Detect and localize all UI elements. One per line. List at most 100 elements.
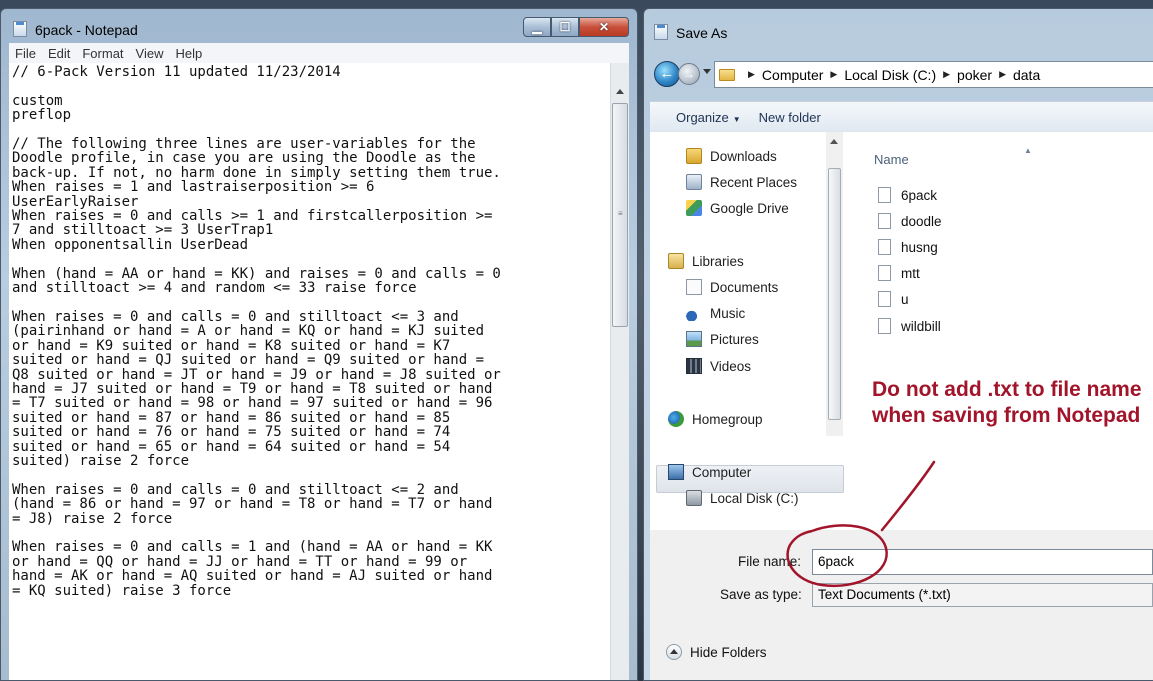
nav-item-label: Downloads [710, 148, 777, 164]
breadcrumb-local-disk[interactable]: Local Disk (C:) [844, 67, 936, 83]
back-arrow-icon[interactable]: ← [654, 61, 680, 87]
local-disk-icon [686, 490, 702, 506]
breadcrumb-computer[interactable]: Computer [762, 67, 823, 83]
homegroup-icon [668, 411, 684, 427]
file-item-name: doodle [901, 213, 942, 229]
text-file-icon [878, 265, 891, 281]
text-file-icon [878, 239, 891, 255]
close-button[interactable]: ✕ [579, 17, 629, 37]
file-item[interactable]: husng [878, 239, 938, 255]
nav-item-label: Pictures [710, 331, 759, 347]
chevron-right-icon[interactable]: ▶ [943, 69, 950, 80]
documents-icon [686, 279, 702, 295]
nav-item-homegroup[interactable]: Homegroup [668, 411, 763, 427]
notepad-window-title: 6pack - Notepad [35, 22, 138, 38]
dialog-toolbar: Organize ▼ New folder [650, 101, 1153, 133]
file-name-input[interactable]: 6pack [812, 549, 1153, 575]
text-file-icon [878, 291, 891, 307]
name-column-header[interactable]: Name [874, 152, 909, 167]
forward-arrow-icon[interactable]: → [678, 63, 700, 85]
notepad-app-icon [13, 21, 27, 37]
menu-format[interactable]: Format [76, 46, 129, 61]
window-controls: ▁ ☐ ✕ [523, 17, 629, 37]
file-item[interactable]: u [878, 291, 909, 307]
navigation-pane: Downloads Recent Places Google Drive Lib… [650, 132, 844, 530]
notepad-title-bar[interactable]: 6pack - Notepad ▁ ☐ ✕ [1, 9, 637, 43]
notepad-text-area[interactable]: // 6-Pack Version 11 updated 11/23/2014 … [9, 63, 611, 680]
file-name-label: File name: [738, 554, 802, 569]
save-as-app-icon [654, 24, 668, 40]
nav-item-google-drive[interactable]: Google Drive [686, 200, 789, 216]
nav-item-label: Libraries [692, 253, 744, 269]
pictures-icon [686, 331, 702, 347]
file-item[interactable]: wildbill [878, 318, 941, 334]
scroll-up-arrow-icon[interactable] [830, 139, 838, 144]
save-as-title: Save As [676, 25, 728, 41]
navigation-scrollbar-thumb[interactable] [828, 168, 841, 420]
chevron-right-icon[interactable]: ▶ [748, 69, 755, 80]
navigation-pane-scrollbar[interactable] [826, 132, 843, 436]
dialog-footer: File name: 6pack Save as type: Text Docu… [650, 530, 1153, 680]
file-item[interactable]: mtt [878, 265, 920, 281]
save-as-type-select[interactable]: Text Documents (*.txt) [812, 583, 1153, 607]
file-item-name: 6pack [901, 187, 938, 203]
address-bar[interactable]: ▶ Computer ▶ Local Disk (C:) ▶ poker ▶ d… [714, 61, 1153, 88]
breadcrumb-data[interactable]: data [1013, 67, 1040, 83]
nav-item-label: Homegroup [692, 411, 763, 427]
notepad-content: // 6-Pack Version 11 updated 11/23/2014 … [12, 64, 501, 599]
nav-item-computer[interactable]: Computer [668, 464, 751, 480]
chevron-right-icon[interactable]: ▶ [830, 69, 837, 80]
nav-item-local-disk[interactable]: Local Disk (C:) [686, 490, 799, 506]
scroll-up-arrow-icon[interactable] [616, 89, 624, 94]
menu-file[interactable]: File [9, 46, 42, 61]
notepad-window: 6pack - Notepad ▁ ☐ ✕ File Edit Format V… [0, 8, 638, 681]
file-item-name: mtt [901, 265, 920, 281]
file-item-name: u [901, 291, 909, 307]
text-file-icon [878, 318, 891, 334]
notepad-vertical-scrollbar[interactable]: ≡ [610, 63, 629, 680]
maximize-button[interactable]: ☐ [551, 17, 579, 37]
hide-folders-label: Hide Folders [690, 644, 767, 660]
nav-item-libraries[interactable]: Libraries [668, 253, 744, 269]
organize-button[interactable]: Organize ▼ [650, 110, 755, 125]
nav-item-pictures[interactable]: Pictures [686, 331, 759, 347]
collapse-arrow-icon [666, 644, 682, 660]
music-note-icon [686, 305, 702, 321]
save-as-type-label: Save as type: [720, 587, 802, 602]
nav-item-music[interactable]: Music [686, 305, 745, 321]
chevron-right-icon[interactable]: ▶ [999, 69, 1006, 80]
videos-icon [686, 358, 702, 374]
file-item-name: husng [901, 239, 938, 255]
nav-item-documents[interactable]: Documents [686, 279, 778, 295]
menu-help[interactable]: Help [169, 46, 208, 61]
nav-item-downloads[interactable]: Downloads [686, 148, 777, 164]
nav-item-recent-places[interactable]: Recent Places [686, 174, 797, 190]
chevron-down-icon: ▼ [732, 114, 741, 124]
google-drive-icon [686, 200, 702, 216]
recent-locations-dropdown-icon[interactable] [703, 69, 711, 74]
hide-folders-button[interactable]: Hide Folders [666, 644, 767, 660]
nav-item-videos[interactable]: Videos [686, 358, 751, 374]
recent-places-icon [686, 174, 702, 190]
file-item[interactable]: 6pack [878, 187, 937, 203]
file-item[interactable]: doodle [878, 213, 942, 229]
annotation-text: Do not add .txt to file name when saving… [872, 378, 1142, 427]
nav-item-label: Documents [710, 279, 779, 295]
file-list: Name ▲ 6pack doodle husng mtt u wildbill [846, 132, 1153, 530]
nav-item-label: Recent Places [710, 174, 798, 190]
text-file-icon [878, 187, 891, 203]
computer-icon [668, 464, 684, 480]
sort-ascending-icon: ▲ [1024, 146, 1032, 155]
folder-icon [719, 68, 735, 81]
nav-item-label: Videos [710, 358, 752, 374]
menu-view[interactable]: View [130, 46, 170, 61]
navigation-bar: ← → ▶ Computer ▶ Local Disk (C:) ▶ poker… [650, 57, 1153, 91]
scrollbar-thumb[interactable]: ≡ [612, 103, 628, 327]
libraries-icon [668, 253, 684, 269]
downloads-folder-icon [686, 148, 702, 164]
breadcrumb-poker[interactable]: poker [957, 67, 992, 83]
menu-edit[interactable]: Edit [42, 46, 76, 61]
organize-label: Organize [676, 109, 729, 125]
new-folder-button[interactable]: New folder [755, 110, 835, 125]
minimize-button[interactable]: ▁ [523, 17, 551, 37]
